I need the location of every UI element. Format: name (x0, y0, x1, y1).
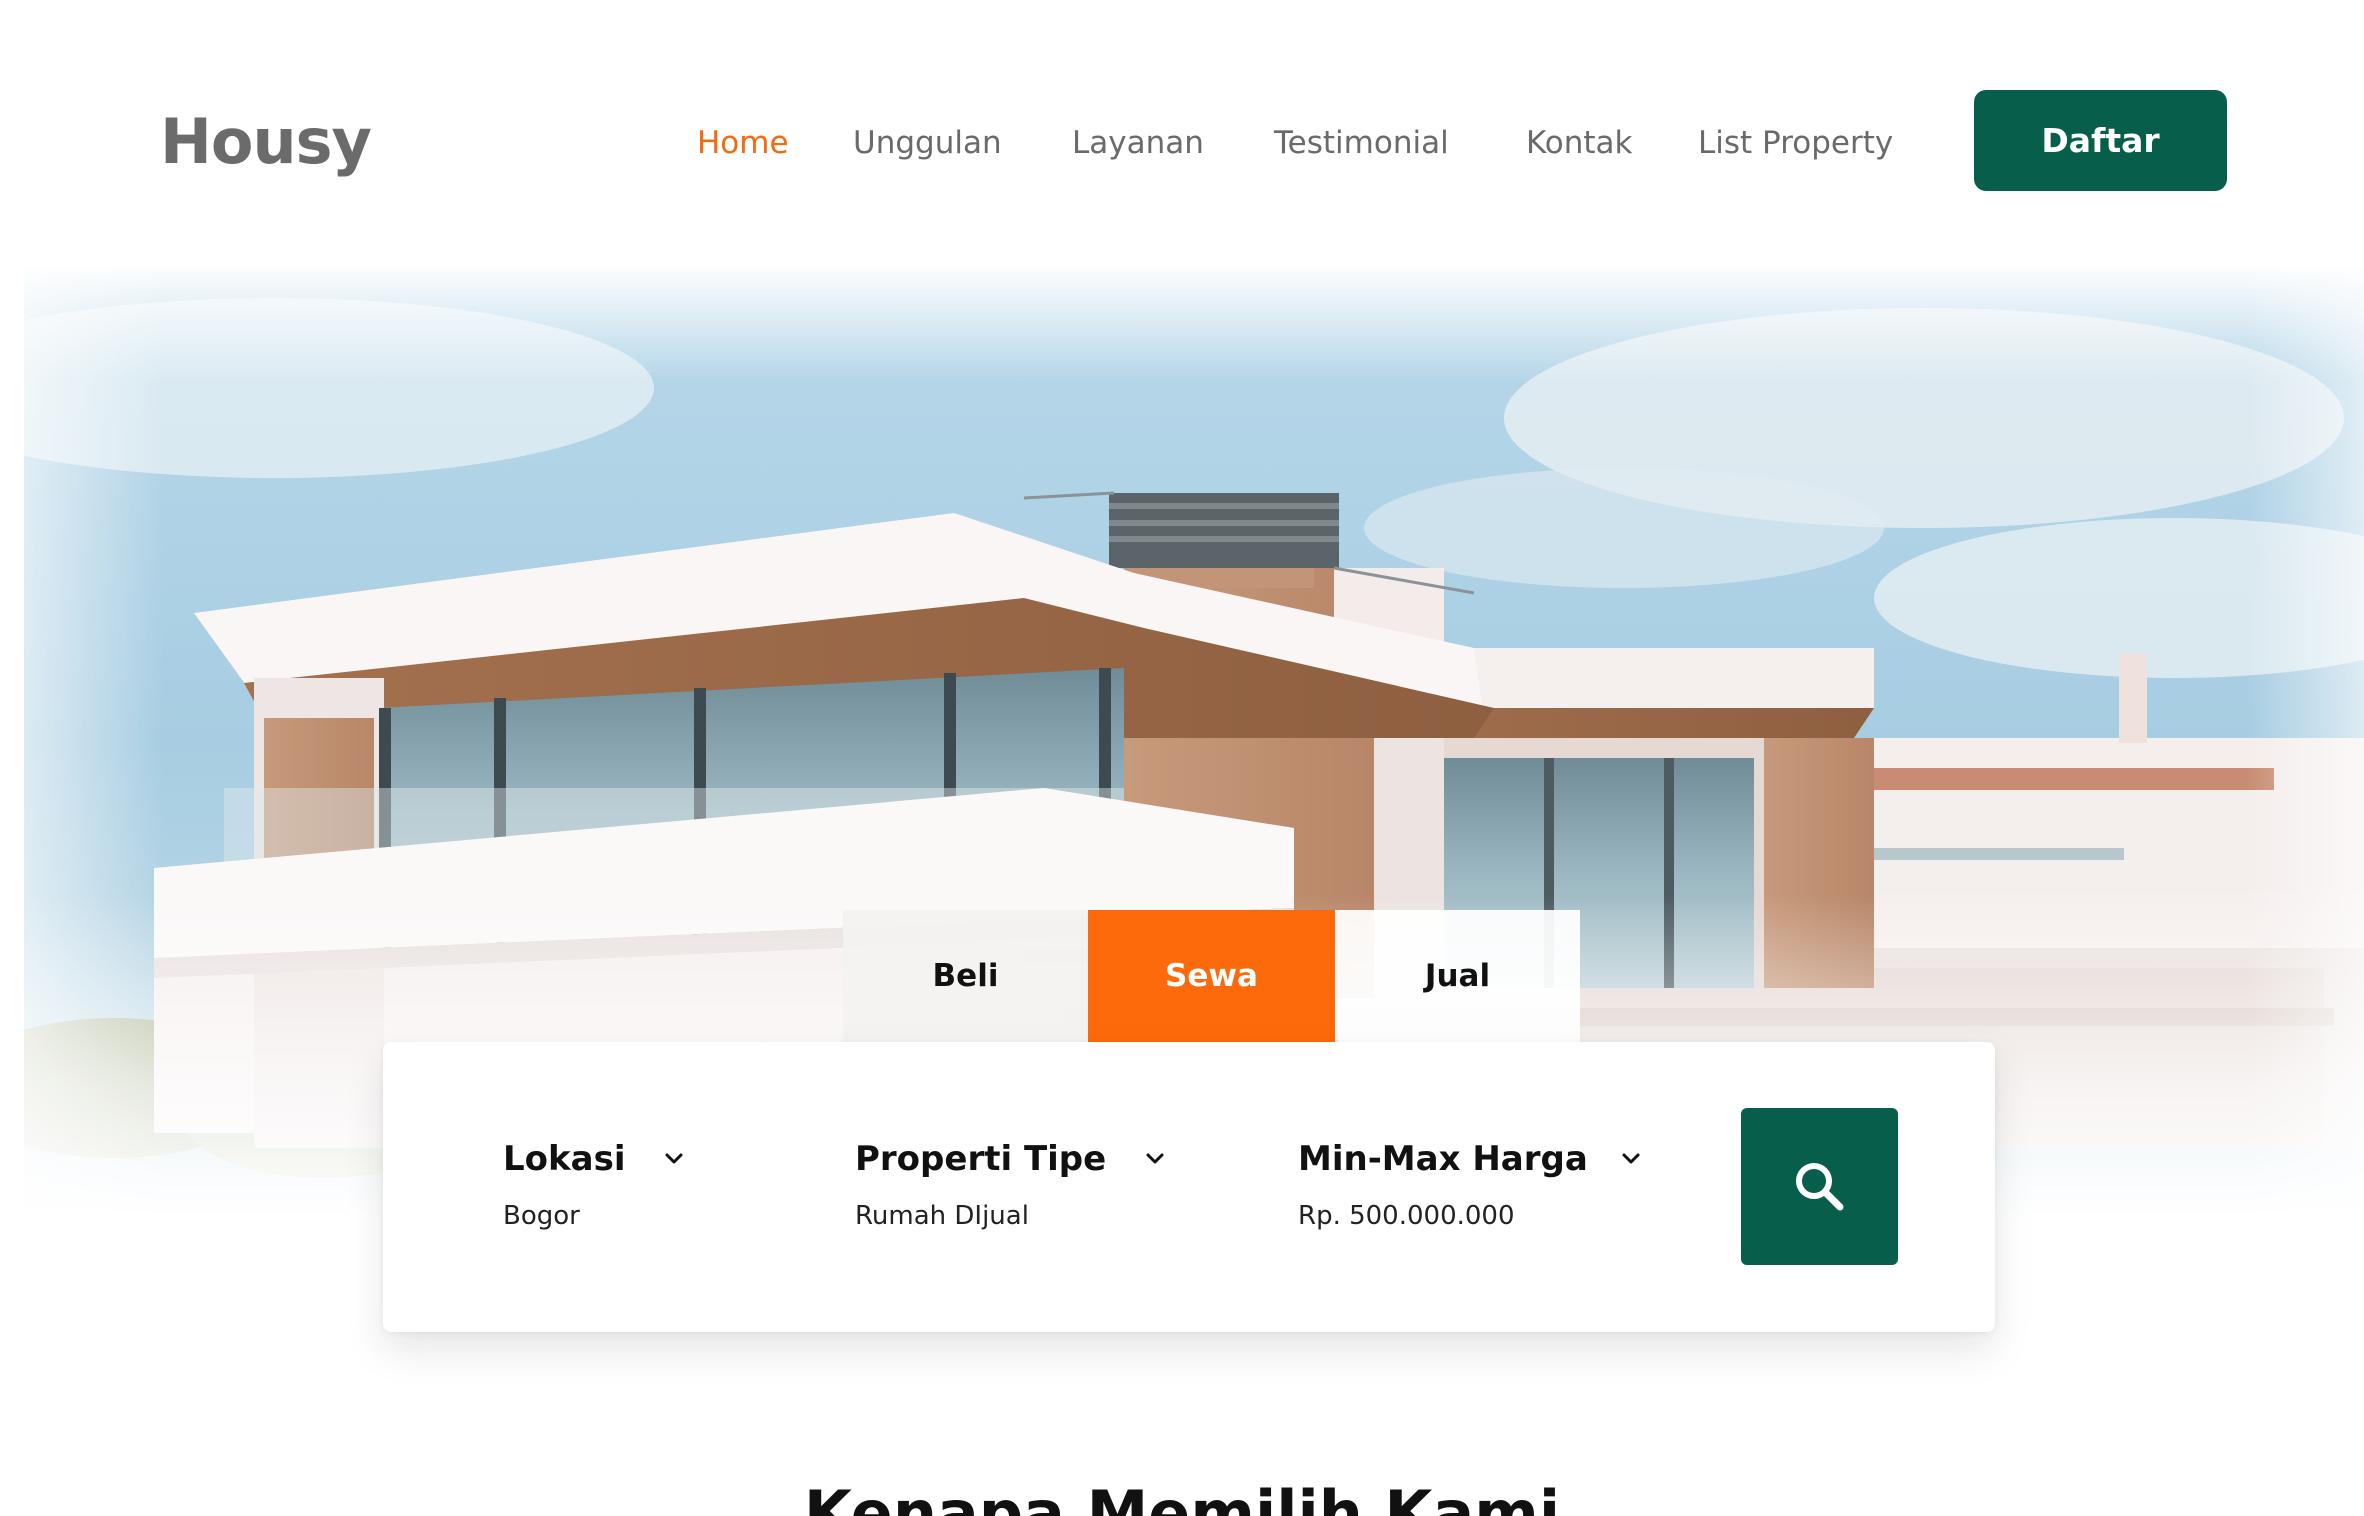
price-range-dropdown[interactable]: Min-Max Harga (1298, 1137, 1644, 1181)
chevron-down-icon[interactable] (1618, 1146, 1644, 1172)
chevron-down-icon[interactable] (661, 1146, 687, 1172)
location-dropdown[interactable]: Lokasi (503, 1137, 687, 1181)
tab-sewa[interactable]: Sewa (1088, 910, 1335, 1042)
property-type-dropdown[interactable]: Properti Tipe (855, 1137, 1168, 1181)
price-range-value: Rp. 500.000.000 (1298, 1201, 1515, 1231)
location-field[interactable]: Lokasi Bogor (503, 1137, 687, 1233)
nav-item-list-property[interactable]: List Property (1698, 118, 1893, 168)
nav-item-unggulan[interactable]: Unggulan (853, 118, 1002, 168)
property-type-value: Rumah DIjual (855, 1201, 1029, 1231)
nav-item-kontak[interactable]: Kontak (1526, 118, 1633, 168)
search-card: Lokasi Bogor Properti Tipe Rumah DIjual … (383, 1042, 1995, 1332)
price-range-label: Min-Max Harga (1298, 1139, 1588, 1179)
location-value: Bogor (503, 1201, 580, 1231)
tab-beli[interactable]: Beli (843, 910, 1088, 1042)
location-label: Lokasi (503, 1139, 626, 1179)
price-range-field[interactable]: Min-Max Harga Rp. 500.000.000 (1298, 1137, 1644, 1233)
register-button[interactable]: Daftar (1974, 90, 2227, 191)
nav-item-testimonial[interactable]: Testimonial (1274, 118, 1449, 168)
search-icon (1795, 1162, 1843, 1210)
chevron-down-icon[interactable] (1142, 1146, 1168, 1172)
search-button[interactable] (1741, 1108, 1898, 1265)
nav-item-home[interactable]: Home (697, 118, 789, 168)
brand-logo[interactable]: Housy (160, 102, 372, 182)
property-type-label: Properti Tipe (855, 1139, 1107, 1179)
page: Housy Home Unggulan Layanan Testimonial … (0, 0, 2364, 1516)
section-title: Kenapa Memilih Kami (803, 1477, 1561, 1516)
property-type-field[interactable]: Properti Tipe Rumah DIjual (855, 1137, 1168, 1233)
transaction-tabs: Beli Sewa Jual (843, 910, 1580, 1042)
tab-jual[interactable]: Jual (1335, 910, 1580, 1042)
nav-item-layanan[interactable]: Layanan (1072, 118, 1204, 168)
